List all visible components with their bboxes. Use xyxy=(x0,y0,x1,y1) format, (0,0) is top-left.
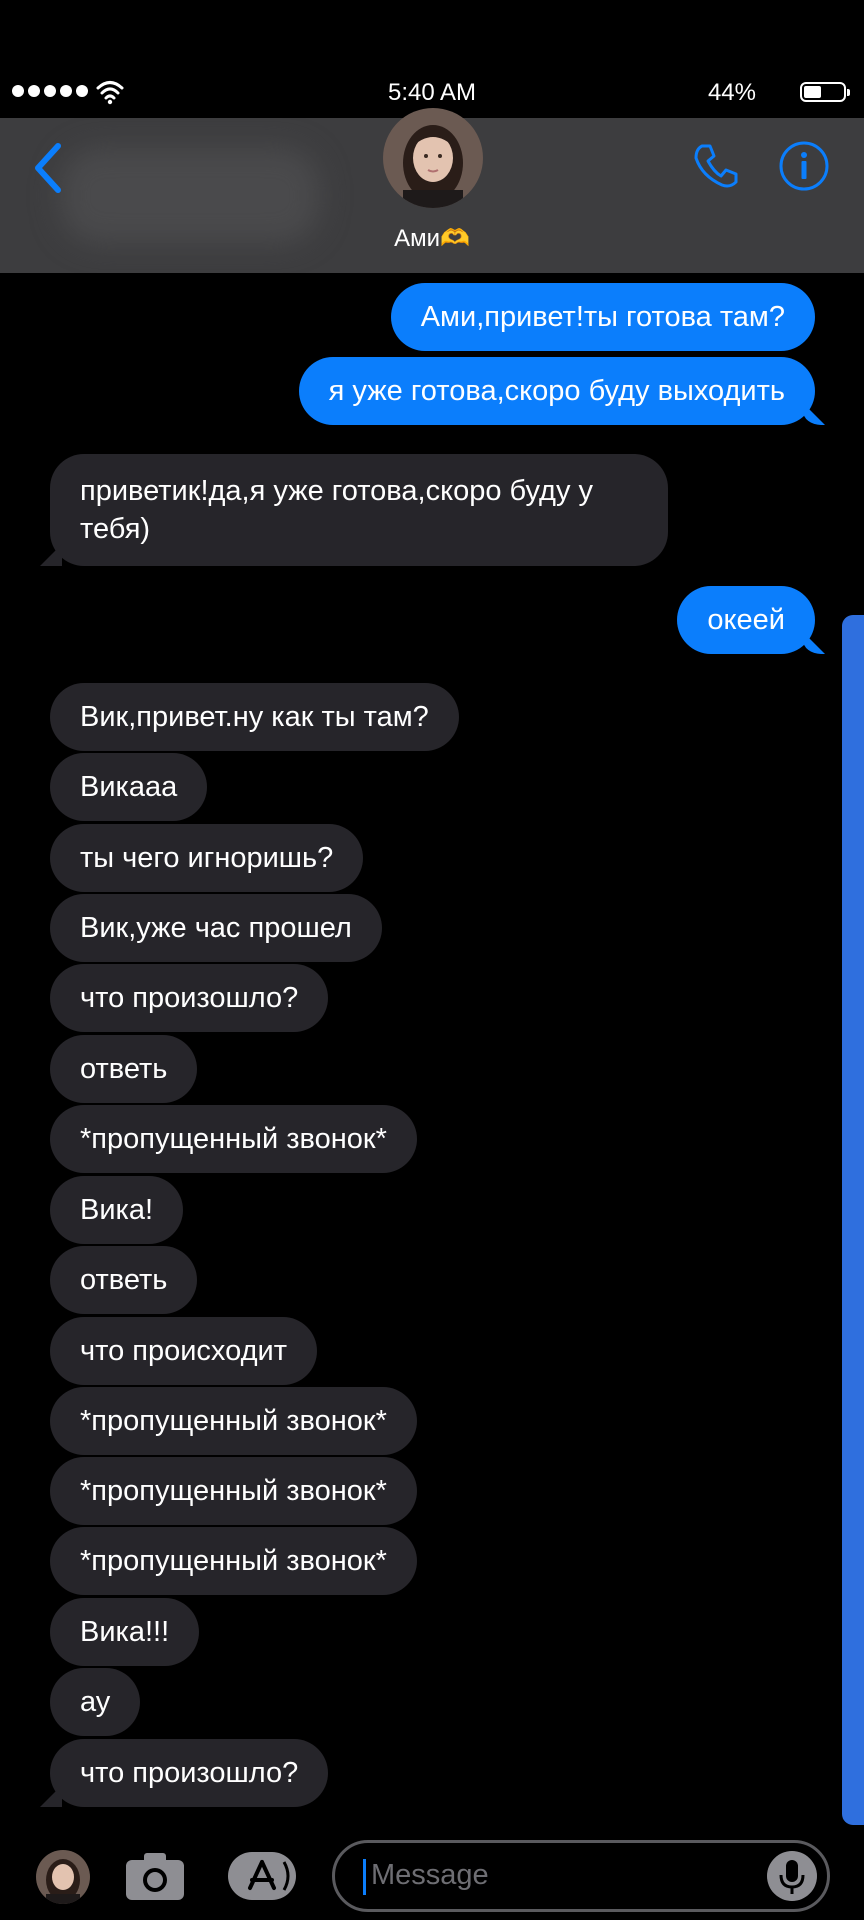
message-incoming[interactable]: *пропущенный звонок* xyxy=(50,1527,417,1595)
message-outgoing[interactable]: океей xyxy=(677,586,815,654)
message-outgoing[interactable]: я уже готова,скоро буду выходить xyxy=(298,357,815,425)
phone-icon[interactable] xyxy=(690,140,742,192)
message-incoming[interactable]: ответь xyxy=(50,1246,198,1314)
message-incoming[interactable]: что происходит xyxy=(50,1317,317,1385)
battery-percent: 44% xyxy=(707,79,756,106)
message-incoming[interactable]: что произошло? xyxy=(50,964,329,1032)
battery-icon xyxy=(800,82,850,102)
message-incoming[interactable]: Вика! xyxy=(50,1176,184,1244)
camera-icon[interactable] xyxy=(124,1848,186,1904)
back-chevron-icon[interactable] xyxy=(28,138,68,198)
message-incoming[interactable]: Вик,привет.ну как ты там? xyxy=(50,683,459,751)
contact-avatar[interactable] xyxy=(383,108,483,208)
message-incoming[interactable]: Вика!!! xyxy=(50,1598,200,1666)
message-incoming[interactable]: ты чего игноришь? xyxy=(50,824,364,892)
message-outgoing[interactable]: Ами,привет!ты готова там? xyxy=(390,283,815,351)
message-incoming[interactable]: Вик,уже час прошел xyxy=(50,894,382,962)
app-store-icon[interactable] xyxy=(226,1848,298,1904)
message-incoming[interactable]: ау xyxy=(50,1668,141,1736)
contact-name[interactable]: Ами🫶 xyxy=(0,224,864,253)
message-input[interactable]: Message xyxy=(332,1840,830,1912)
message-incoming[interactable]: *пропущенный звонок* xyxy=(50,1387,417,1455)
message-incoming[interactable]: *пропущенный звонок* xyxy=(50,1457,417,1525)
message-incoming[interactable]: Викааа xyxy=(50,753,208,821)
message-incoming[interactable]: что произошло? xyxy=(50,1739,329,1807)
microphone-icon[interactable] xyxy=(767,1851,817,1901)
composer-bar: Message xyxy=(0,1838,864,1920)
memoji-avatar[interactable] xyxy=(36,1850,90,1904)
message-placeholder: Message xyxy=(371,1859,489,1891)
info-icon[interactable] xyxy=(778,140,830,192)
conversation-header: Ами🫶 xyxy=(0,108,864,273)
message-incoming[interactable]: ответь xyxy=(50,1035,198,1103)
message-incoming[interactable]: приветик!да,я уже готова,скоро буду у те… xyxy=(50,454,668,566)
text-caret xyxy=(363,1859,366,1895)
scroll-indicator[interactable] xyxy=(842,615,864,1825)
message-incoming[interactable]: *пропущенный звонок* xyxy=(50,1105,417,1173)
